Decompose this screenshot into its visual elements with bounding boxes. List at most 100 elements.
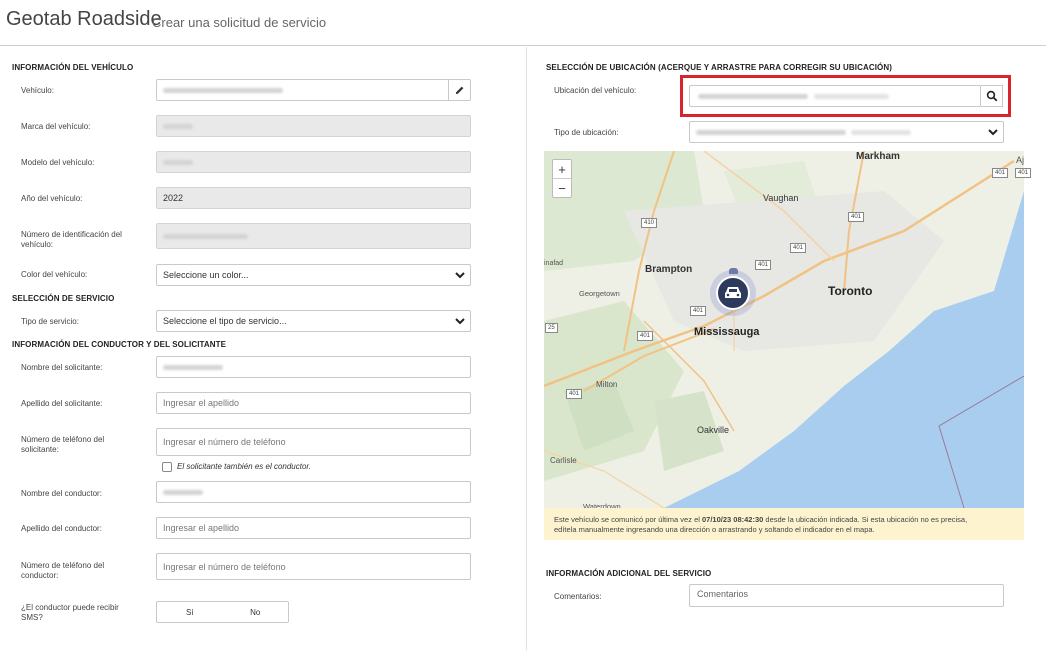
redacted-value [163, 159, 193, 165]
notice-text-start: Este vehículo se comunicó por última vez… [554, 515, 702, 524]
pencil-icon [455, 86, 464, 94]
location-highlight-box [680, 75, 1011, 117]
notice-text-line2: edítela manualmente ingresando una direc… [554, 525, 875, 534]
location-map[interactable] [544, 151, 1024, 508]
requester-phone-label-line2: solicitante: [21, 445, 59, 454]
service-type-value: Seleccione el tipo de servicio... [163, 316, 287, 326]
map-label-milton: Milton [596, 380, 618, 389]
requester-last-input[interactable]: Ingresar el apellido [156, 392, 471, 414]
requester-phone-label: Número de teléfono del solicitante: [21, 435, 104, 455]
driver-last-label: Apellido del conductor: [21, 524, 102, 533]
service-type-select[interactable]: Seleccione el tipo de servicio... [156, 310, 471, 332]
driver-phone-label: Número de teléfono del conductor: [21, 561, 104, 581]
sms-no-option[interactable]: No [223, 602, 289, 622]
make-field [156, 115, 471, 137]
model-label: Modelo del vehículo: [21, 158, 95, 167]
service-section-title: SELECCIÓN DE SERVICIO [12, 294, 115, 303]
map-label-aj: Aj [1016, 155, 1025, 165]
redacted-value [163, 364, 223, 370]
notice-text-end: desde la ubicación indicada. Si esta ubi… [763, 515, 968, 524]
driver-name-label: Nombre del conductor: [21, 489, 102, 498]
notice-timestamp: 07/10/23 08:42:30 [702, 515, 764, 524]
vin-label: Número de identificación del vehículo: [21, 230, 122, 250]
highway-shield: 401 [992, 168, 1009, 178]
requester-phone-label-line1: Número de teléfono del [21, 435, 105, 444]
zoom-out-button[interactable]: − [553, 179, 571, 198]
sms-label: ¿El conductor puede recibir SMS? [21, 603, 119, 623]
color-label: Color del vehículo: [21, 270, 88, 279]
service-type-label: Tipo de servicio: [21, 317, 79, 326]
vin-field [156, 223, 471, 249]
chevron-down-icon [455, 272, 465, 279]
comments-label: Comentarios: [554, 592, 602, 601]
color-select[interactable]: Seleccione un color... [156, 264, 471, 286]
location-type-select[interactable] [689, 121, 1004, 143]
redacted-value [163, 87, 283, 93]
highway-shield: 410 [641, 218, 658, 228]
highway-shield: 25 [545, 323, 558, 333]
map-label-oakville: Oakville [697, 425, 730, 435]
model-field [156, 151, 471, 173]
vin-label-line2: vehículo: [21, 240, 54, 249]
app-title: Geotab Roadside [6, 8, 162, 30]
vehicle-label: Vehículo: [21, 86, 54, 95]
vehicle-section-title: INFORMACIÓN DEL VEHÍCULO [12, 63, 134, 72]
year-field: 2022 [156, 187, 471, 209]
comments-textarea[interactable]: Comentarios [689, 584, 1004, 607]
driver-phone-label-line1: Número de teléfono del [21, 561, 105, 570]
redacted-value [163, 489, 203, 495]
sms-yes-option[interactable]: Sí [157, 602, 223, 622]
map-canvas [544, 151, 1024, 508]
chevron-down-icon [455, 318, 465, 325]
map-label-toronto: Toronto [828, 284, 873, 298]
map-label-brampton: Brampton [645, 264, 693, 275]
same-person-label: El solicitante también es el conductor. [177, 462, 311, 471]
additional-section-title: INFORMACIÓN ADICIONAL DEL SERVICIO [546, 569, 712, 578]
highway-shield: 401 [690, 306, 707, 316]
last-communication-notice: Este vehículo se comunicó por última vez… [544, 508, 1024, 540]
highway-shield: 401 [637, 331, 654, 341]
chevron-down-icon [988, 129, 998, 136]
page-header: Geotab Roadside Crear una solicitud de s… [0, 0, 1046, 46]
sms-toggle[interactable]: Sí No [156, 601, 289, 623]
make-label: Marca del vehículo: [21, 122, 91, 131]
same-person-checkbox[interactable] [162, 462, 172, 472]
requester-phone-input[interactable]: Ingresar el número de teléfono [156, 428, 471, 456]
redacted-value [851, 129, 911, 135]
map-label-carlisle: Carlisle [550, 456, 577, 465]
redacted-value [163, 233, 248, 239]
vehicle-location-label: Ubicación del vehículo: [554, 86, 637, 95]
vehicle-marker[interactable] [716, 276, 750, 310]
marker-beacon [729, 268, 738, 274]
column-divider [526, 47, 527, 650]
highway-shield: 401 [755, 260, 772, 270]
highway-shield: 401 [1015, 168, 1032, 178]
map-label-markham: Markham [856, 151, 900, 162]
requester-last-label: Apellido del solicitante: [21, 399, 103, 408]
redacted-value [696, 129, 846, 135]
driver-phone-label-line2: conductor: [21, 571, 59, 580]
color-select-value: Seleccione un color... [163, 270, 249, 280]
map-zoom-control: + − [552, 159, 572, 198]
map-label-mississauga: Mississauga [694, 326, 760, 338]
zoom-in-button[interactable]: + [553, 160, 571, 179]
driver-section-title: INFORMACIÓN DEL CONDUCTOR Y DEL SOLICITA… [12, 340, 227, 349]
redacted-value [163, 123, 193, 129]
vin-label-line1: Número de identificación del [21, 230, 122, 239]
page-title: Crear una solicitud de servicio [152, 15, 327, 30]
highway-shield: 401 [790, 243, 807, 253]
requester-name-label: Nombre del solicitante: [21, 363, 103, 372]
driver-phone-input[interactable]: Ingresar el número de teléfono [156, 553, 471, 580]
year-label: Año del vehículo: [21, 194, 83, 203]
vehicle-field[interactable] [156, 79, 471, 101]
location-section-title: SELECCIÓN DE UBICACIÓN (ACERQUE Y ARRAST… [546, 63, 892, 72]
requester-name-input[interactable] [156, 356, 471, 378]
map-label-vaughan: Vaughan [763, 193, 799, 203]
sms-label-line2: SMS? [21, 613, 43, 622]
edit-vehicle-button[interactable] [448, 80, 470, 100]
map-label-georgetown: Georgetown [579, 289, 620, 298]
location-type-label: Tipo de ubicación: [554, 128, 619, 137]
driver-last-input[interactable]: Ingresar el apellido [156, 517, 471, 539]
driver-name-input[interactable] [156, 481, 471, 503]
car-icon [725, 287, 741, 298]
